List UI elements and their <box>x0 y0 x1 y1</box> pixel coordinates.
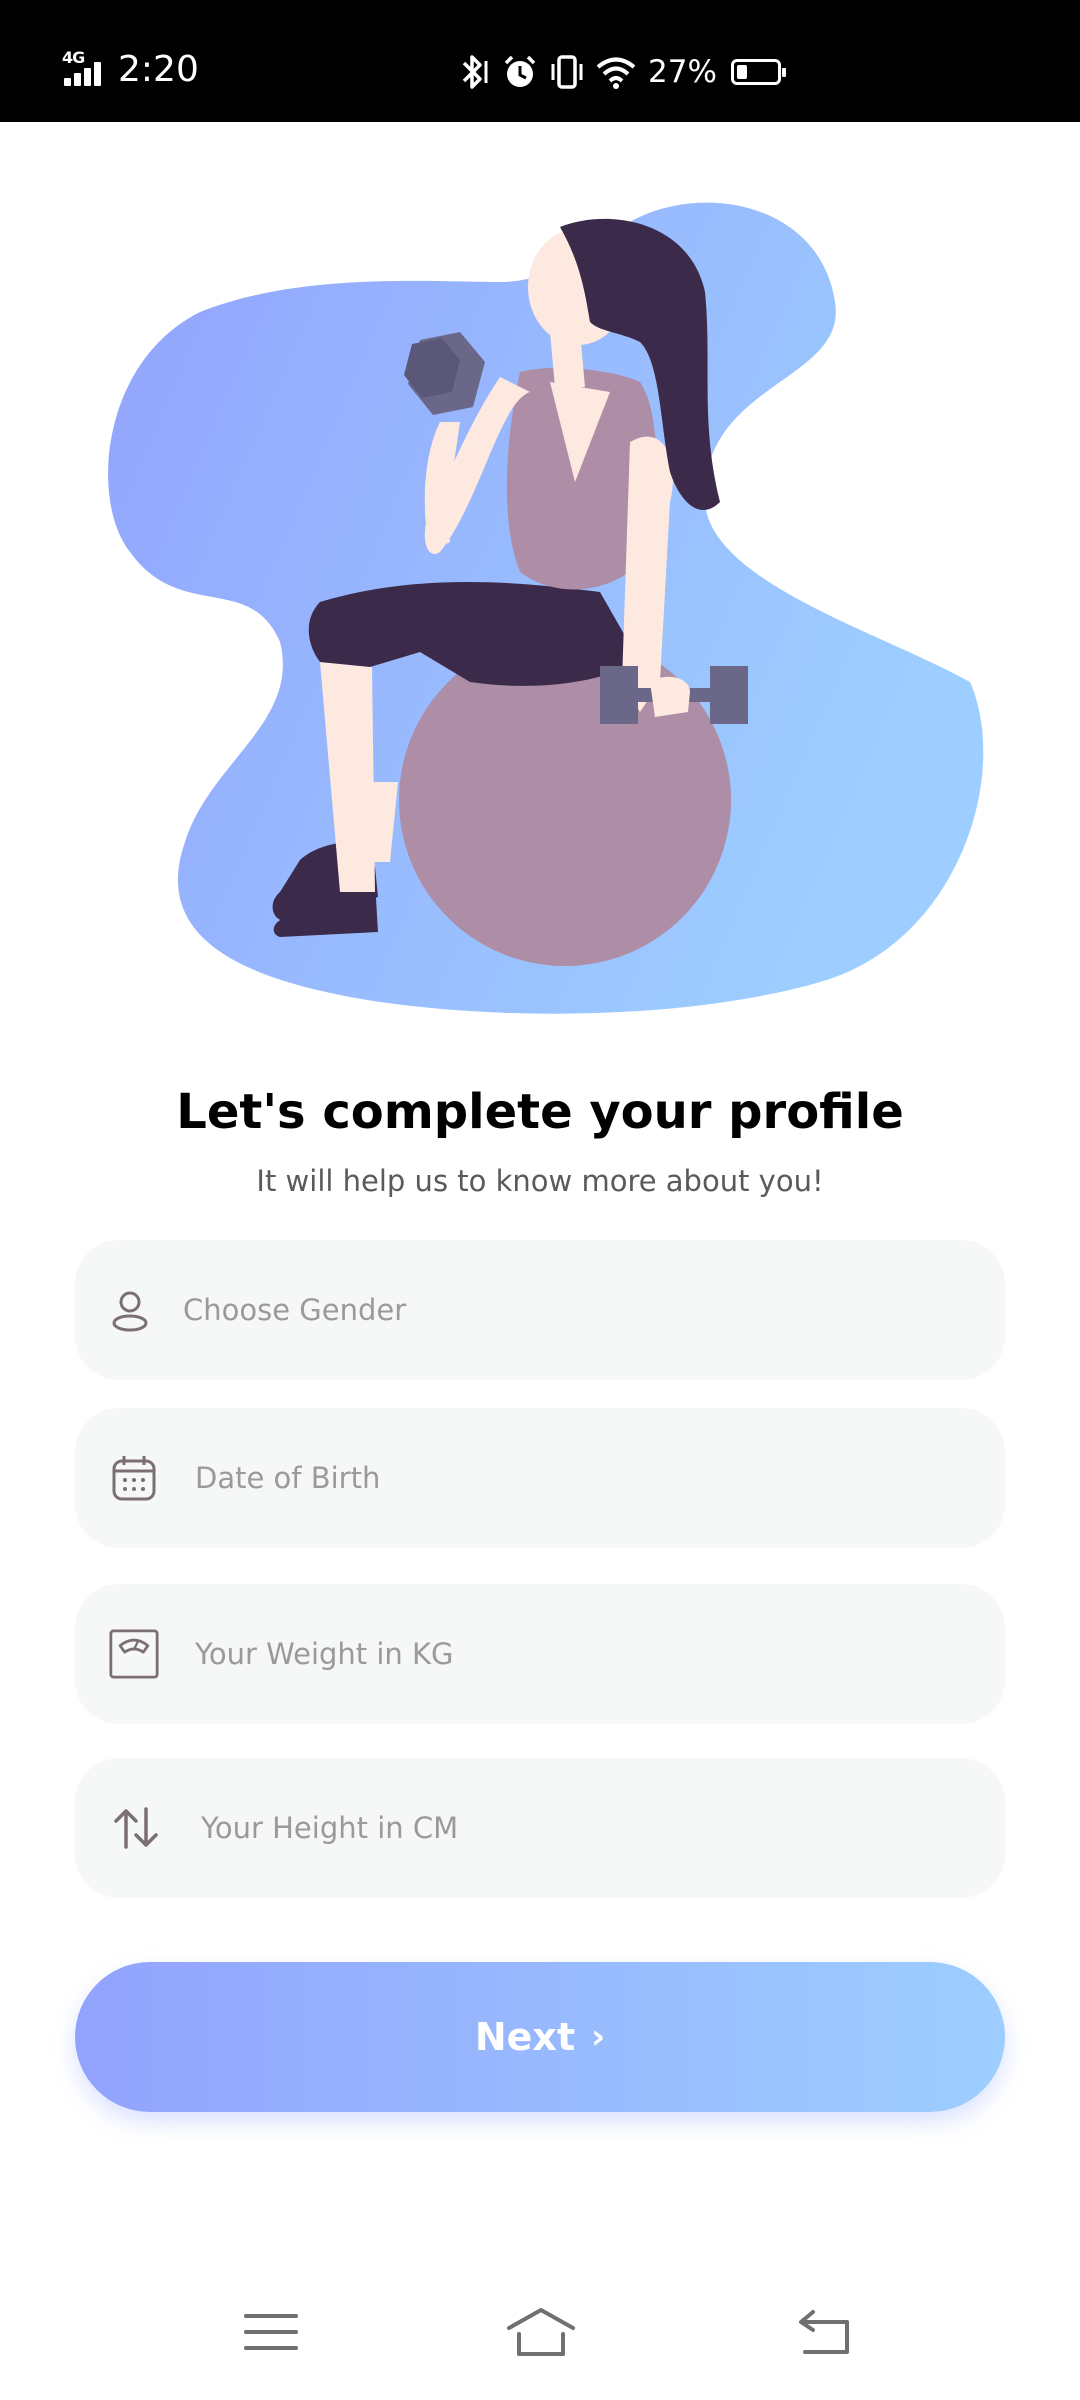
page-subtitle: It will help us to know more about you! <box>256 1164 824 1198</box>
gender-placeholder: Choose Gender <box>183 1293 407 1327</box>
next-button-label: Next <box>474 2015 576 2059</box>
dob-placeholder: Date of Birth <box>195 1461 381 1495</box>
wifi-icon <box>596 57 636 89</box>
status-bar: 4G 2:20 27% <box>0 0 1080 122</box>
battery-icon <box>730 59 786 85</box>
hero-illustration <box>0 122 1080 1042</box>
height-field[interactable]: Your Height in CM <box>75 1758 1005 1898</box>
scale-icon <box>109 1629 159 1679</box>
next-button[interactable]: Next › <box>75 1962 1005 2112</box>
calendar-icon <box>109 1453 159 1503</box>
page-title: Let's complete your profile <box>176 1084 904 1140</box>
height-placeholder: Your Height in CM <box>201 1811 459 1845</box>
battery-percent: 27% <box>648 54 717 90</box>
network-type: 4G <box>62 48 85 67</box>
date-of-birth-field[interactable]: Date of Birth <box>75 1408 1005 1548</box>
bluetooth-icon <box>462 55 488 89</box>
system-nav-bar <box>0 2290 1080 2400</box>
chevron-right-icon: › <box>591 2017 606 2057</box>
weight-field[interactable]: Your Weight in KG <box>75 1584 1005 1724</box>
alarm-icon <box>504 55 536 87</box>
status-right: 27% <box>458 50 786 94</box>
cellular-signal-icon: 4G <box>62 48 112 90</box>
swap-vertical-icon <box>111 1803 161 1853</box>
weight-placeholder: Your Weight in KG <box>195 1637 454 1671</box>
user-icon <box>105 1285 155 1335</box>
gender-select[interactable]: Choose Gender <box>75 1240 1005 1380</box>
vibrate-icon <box>551 55 583 89</box>
menu-icon[interactable] <box>241 2304 301 2360</box>
status-left: 4G 2:20 <box>62 48 199 90</box>
clock: 2:20 <box>118 49 199 90</box>
home-icon[interactable] <box>505 2304 577 2360</box>
back-icon[interactable] <box>795 2304 855 2360</box>
